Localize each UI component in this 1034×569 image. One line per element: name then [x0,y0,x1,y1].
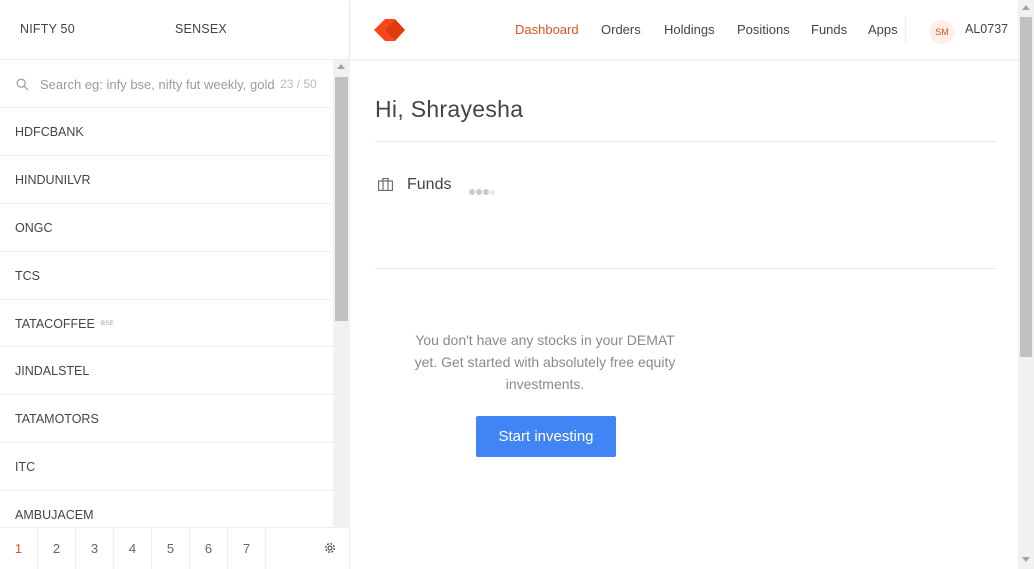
instrument-name: TATAMOTORS [15,412,99,427]
nav-divider [905,16,906,44]
market-indices: NIFTY 50 SENSEX [0,0,350,60]
instrument-name: TATACOFFEE [15,316,95,331]
instrument-name: HINDUNILVR [15,172,91,187]
page-title: Hi, Shrayesha [375,96,524,122]
watchlist-page-tab[interactable]: 4 [114,528,152,569]
top-header: Dashboard Orders Holdings Positions Fund… [350,0,1018,60]
watchlist-page-tab[interactable]: 3 [76,528,114,569]
divider [375,268,996,269]
instrument-name: HDFCBANK [15,125,84,139]
watchlist-page-tab[interactable]: 6 [190,528,228,569]
watchlist-item[interactable]: TATACOFFEE BSE [0,300,333,348]
index-nifty-50[interactable]: NIFTY 50 [20,22,75,36]
scrollbar-thumb[interactable] [335,77,348,321]
nav-holdings[interactable]: Holdings [664,22,715,37]
nav-funds[interactable]: Funds [811,22,847,37]
briefcase-icon [378,178,393,191]
nav-orders[interactable]: Orders [601,22,641,37]
scrollbar-thumb[interactable] [1020,17,1032,357]
scroll-up-arrow-icon[interactable] [337,64,345,69]
avatar[interactable]: SM [930,20,954,44]
instrument-name: ONGC [15,220,53,235]
watchlist-pages: 1 2 3 4 5 6 7 [0,527,350,569]
gear-icon[interactable] [323,541,337,555]
exchange-badge: BSE [101,320,114,327]
watchlist-scrollbar[interactable] [333,60,350,527]
watchlist-item[interactable]: TATAMOTORS [0,395,333,444]
index-sensex[interactable]: SENSEX [175,22,227,36]
watchlist-item[interactable]: HDFCBANK [0,108,333,156]
watchlist-item[interactable]: ONGC [0,204,333,252]
watchlist-item[interactable]: TCS [0,252,333,300]
nav-dashboard[interactable]: Dashboard [515,22,579,37]
nav-positions[interactable]: Positions [737,22,790,37]
watchlist-page-tab[interactable]: 1 [0,528,38,569]
nav-apps[interactable]: Apps [868,22,898,37]
watchlist-count: 23 / 50 [280,77,317,91]
page-scrollbar[interactable] [1018,0,1034,569]
scroll-down-arrow-icon[interactable] [1022,557,1030,562]
funds-heading[interactable]: Funds [407,176,451,194]
scroll-up-arrow-icon[interactable] [1022,5,1030,10]
watchlist-page-tab[interactable]: 2 [38,528,76,569]
start-investing-button[interactable]: Start investing [476,416,616,457]
instrument-name: ITC [15,460,36,475]
loading-indicator [469,182,496,200]
user-id[interactable]: AL0737 [965,22,1008,36]
watchlist-item[interactable]: JINDALSTEL [0,347,333,396]
watchlist-page-tab[interactable]: 5 [152,528,190,569]
search-bar: 23 / 50 [0,60,333,108]
watchlist: HDFCBANK HINDUNILVR ONGC TCS TATACOFFEE B… [0,108,333,527]
watchlist-item[interactable]: AMBUJACEM [0,491,333,527]
watchlist-page-tab[interactable]: 7 [228,528,266,569]
left-panel: NIFTY 50 SENSEX 23 / 50 HDFCBANK HINDUNI… [0,0,350,569]
search-input[interactable] [40,74,278,94]
watchlist-item[interactable]: ITC [0,443,333,492]
search-icon [16,78,29,91]
kite-logo-icon[interactable] [374,19,406,41]
empty-holdings-message: You don't have any stocks in your DEMAT … [414,332,676,392]
divider [375,141,996,142]
watchlist-item[interactable]: HINDUNILVR [0,156,333,204]
instrument-name: TCS [15,268,40,283]
instrument-name: JINDALSTEL [15,364,90,379]
instrument-name: AMBUJACEM [15,508,94,523]
